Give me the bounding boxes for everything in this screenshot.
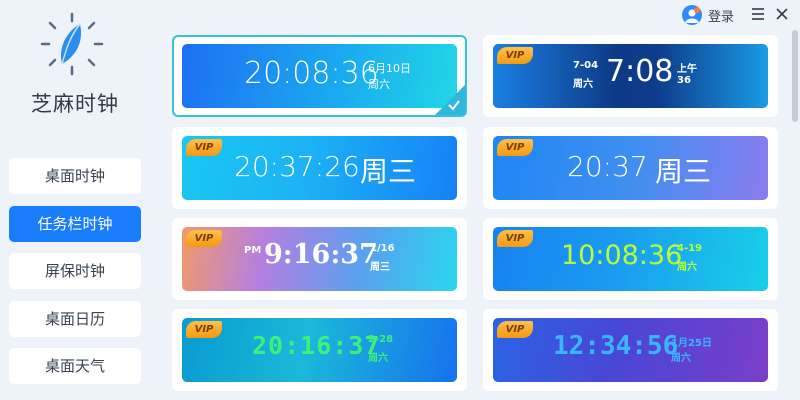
clock-weekday: 周三 [655, 155, 712, 188]
clock-gallery: 登录 20:08:36 6月10日 周六 VIP 7-04 周六 7:08 上午… [157, 0, 800, 400]
clock-card-7[interactable]: VIP 20:16:37 2-28 周六 [172, 309, 467, 391]
clock-time: 20:37:26 [234, 150, 360, 183]
clock-weekday: 周六 [573, 79, 593, 90]
app-logo-icon [40, 12, 104, 76]
check-icon [448, 100, 460, 111]
close-icon[interactable] [774, 6, 790, 22]
clock-time: 7:08 [606, 54, 674, 89]
vip-badge: VIP [186, 321, 222, 338]
avatar-icon [681, 5, 702, 25]
clock-time: 9:16:37 [264, 239, 378, 270]
clock-weekday: 周六 [368, 78, 390, 91]
clock-time: 12:34:56 [553, 331, 679, 361]
clock-card-4[interactable]: VIP 20:37 周三 [483, 127, 778, 209]
app-name: 芝麻时钟 [31, 92, 119, 116]
clock-preview: VIP 12:34:56 1月25日 周六 [493, 318, 768, 382]
clock-date: 6月10日 [368, 62, 411, 75]
vip-badge: VIP [497, 230, 533, 247]
login-button[interactable]: 登录 [681, 4, 734, 26]
clock-weekday: 周三 [360, 155, 417, 188]
clock-card-5[interactable]: VIP PM 9:16:37 1/16 周三 [172, 218, 467, 300]
clock-card-3[interactable]: VIP 20:37:26 周三 [172, 127, 467, 209]
vip-badge: VIP [497, 139, 533, 156]
login-label: 登录 [707, 9, 734, 25]
clock-weekday: 周六 [368, 353, 388, 364]
clock-ampm: 上午 [677, 64, 697, 75]
clock-preview: VIP PM 9:16:37 1/16 周三 [182, 227, 457, 291]
sidebar-item-taskbar-clock[interactable]: 任务栏时钟 [9, 206, 141, 242]
clock-date: 2-28 [368, 334, 394, 345]
clock-weekday: 周三 [370, 262, 390, 273]
vip-badge: VIP [497, 321, 533, 338]
clock-card-1[interactable]: 20:08:36 6月10日 周六 [172, 35, 467, 117]
clock-ampm: PM [244, 245, 262, 256]
clock-weekday: 周六 [671, 353, 691, 364]
clock-date: 1/16 [370, 243, 395, 254]
clock-preview: VIP 10:08:36 4-19 周六 [493, 227, 768, 291]
vip-badge: VIP [186, 139, 222, 156]
sidebar-item-desktop-calendar[interactable]: 桌面日历 [9, 301, 141, 337]
clock-time: 20:08:36 [244, 56, 379, 91]
scrollbar-thumb[interactable] [792, 30, 798, 122]
clock-preview: VIP 20:16:37 2-28 周六 [182, 318, 457, 382]
menu-icon[interactable] [750, 6, 766, 22]
sidebar: 芝麻时钟 桌面时钟 任务栏时钟 屏保时钟 桌面日历 桌面天气 [0, 0, 157, 400]
sidebar-item-screensaver-clock[interactable]: 屏保时钟 [9, 253, 141, 289]
clock-time: 20:37 [567, 150, 648, 183]
clock-preview: VIP 20:37:26 周三 [182, 136, 457, 200]
clock-preview: 20:08:36 6月10日 周六 [182, 44, 457, 108]
clock-card-6[interactable]: VIP 10:08:36 4-19 周六 [483, 218, 778, 300]
clock-date: 4-19 [677, 243, 703, 254]
clock-preview: VIP 20:37 周三 [493, 136, 768, 200]
clock-weekday: 周六 [677, 262, 697, 273]
clock-date: 1月25日 [671, 338, 712, 349]
clock-card-2[interactable]: VIP 7-04 周六 7:08 上午 36 [483, 35, 778, 117]
sidebar-item-desktop-weather[interactable]: 桌面天气 [9, 348, 141, 384]
clock-date: 7-04 [573, 60, 599, 71]
sidebar-item-desktop-clock[interactable]: 桌面时钟 [9, 158, 141, 194]
clock-card-8[interactable]: VIP 12:34:56 1月25日 周六 [483, 309, 778, 391]
clock-time: 20:16:37 [252, 331, 381, 360]
clock-time: 10:08:36 [561, 240, 683, 271]
vip-badge: VIP [497, 47, 533, 64]
clock-preview: VIP 7-04 周六 7:08 上午 36 [493, 44, 768, 108]
vip-badge: VIP [186, 230, 222, 247]
clock-seconds: 36 [677, 75, 691, 86]
